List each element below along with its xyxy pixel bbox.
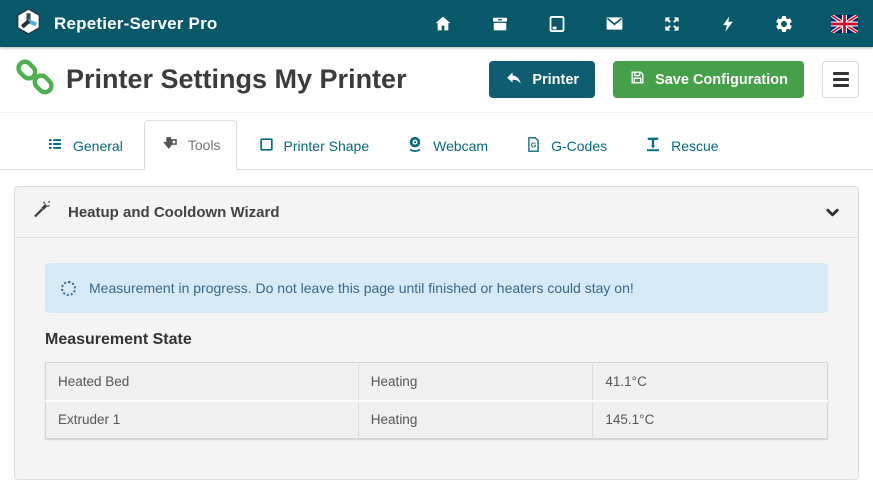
list-icon (46, 135, 64, 156)
panel-body: Measurement in progress. Do not leave th… (15, 238, 858, 439)
measurement-state-heading: Measurement State (45, 331, 828, 349)
tab-label: Webcam (433, 138, 488, 154)
heater-status-cell: Heating (358, 363, 593, 401)
header-actions: Printer Save Configuration (489, 61, 859, 98)
magic-wand-icon (31, 199, 52, 225)
tab-webcam[interactable]: Webcam (390, 121, 504, 169)
messages-icon[interactable] (604, 13, 625, 34)
square-shape-icon (258, 136, 275, 156)
save-icon (629, 69, 646, 90)
save-button-label: Save Configuration (655, 72, 788, 88)
rescue-probe-icon (644, 135, 662, 156)
overflow-menu-button[interactable] (822, 61, 859, 98)
alert-text: Measurement in progress. Do not leave th… (89, 280, 634, 296)
panel-header[interactable]: Heatup and Cooldown Wizard (15, 187, 858, 238)
chevron-down-icon[interactable] (823, 203, 842, 222)
top-navbar: Repetier-Server Pro (0, 0, 873, 47)
table-row: Heated Bed Heating 41.1°C (46, 363, 828, 401)
measurement-state-table: Heated Bed Heating 41.1°C Extruder 1 Hea… (45, 362, 828, 439)
tab-label: Printer Shape (284, 138, 370, 154)
printer-button[interactable]: Printer (489, 61, 595, 98)
heater-status-cell: Heating (358, 401, 593, 439)
table-row: Extruder 1 Heating 145.1°C (46, 401, 828, 439)
heater-name-cell: Extruder 1 (46, 401, 359, 439)
measurement-progress-alert: Measurement in progress. Do not leave th… (45, 263, 828, 313)
extruder-tool-icon (160, 134, 179, 156)
spinner-icon (61, 281, 76, 296)
save-configuration-button[interactable]: Save Configuration (613, 61, 804, 98)
tab-tools[interactable]: Tools (144, 120, 237, 170)
heater-temp-cell: 41.1°C (593, 363, 828, 401)
settings-icon[interactable] (774, 14, 794, 34)
panel-title: Heatup and Cooldown Wizard (68, 204, 280, 221)
navbar-icons (433, 13, 858, 34)
settings-tabs: General Tools Printer Shape Webcam (0, 113, 873, 170)
tab-label: Rescue (671, 138, 718, 154)
page-header: Printer Settings My Printer Printer Save… (0, 47, 873, 113)
printer-button-label: Printer (532, 72, 579, 88)
gcode-file-icon: G (525, 136, 542, 156)
webcam-icon (406, 135, 424, 156)
tab-printer-shape[interactable]: Printer Shape (242, 122, 386, 169)
svg-text:G: G (531, 142, 537, 150)
tab-rescue[interactable]: Rescue (628, 121, 734, 169)
printer-display-icon[interactable] (547, 14, 567, 34)
storage-box-icon[interactable] (490, 14, 510, 34)
fullscreen-icon[interactable] (662, 14, 682, 34)
tab-label: Tools (188, 137, 221, 153)
repetier-logo-icon (14, 7, 43, 41)
tab-label: General (73, 138, 123, 154)
language-flag-icon[interactable] (831, 15, 858, 33)
heater-temp-cell: 145.1°C (593, 401, 828, 439)
tab-gcodes[interactable]: G G-Codes (509, 122, 623, 169)
home-icon[interactable] (433, 14, 453, 34)
back-arrow-icon (505, 69, 523, 91)
brand-title: Repetier-Server Pro (54, 14, 217, 34)
page-title: Printer Settings My Printer (66, 64, 407, 95)
heater-name-cell: Heated Bed (46, 363, 359, 401)
tab-general[interactable]: General (30, 121, 139, 169)
heatup-wizard-panel: Heatup and Cooldown Wizard Measurement i… (14, 186, 859, 480)
brand[interactable]: Repetier-Server Pro (14, 7, 217, 41)
tab-label: G-Codes (551, 138, 607, 154)
link-icon (14, 56, 56, 103)
power-icon[interactable] (719, 14, 737, 34)
